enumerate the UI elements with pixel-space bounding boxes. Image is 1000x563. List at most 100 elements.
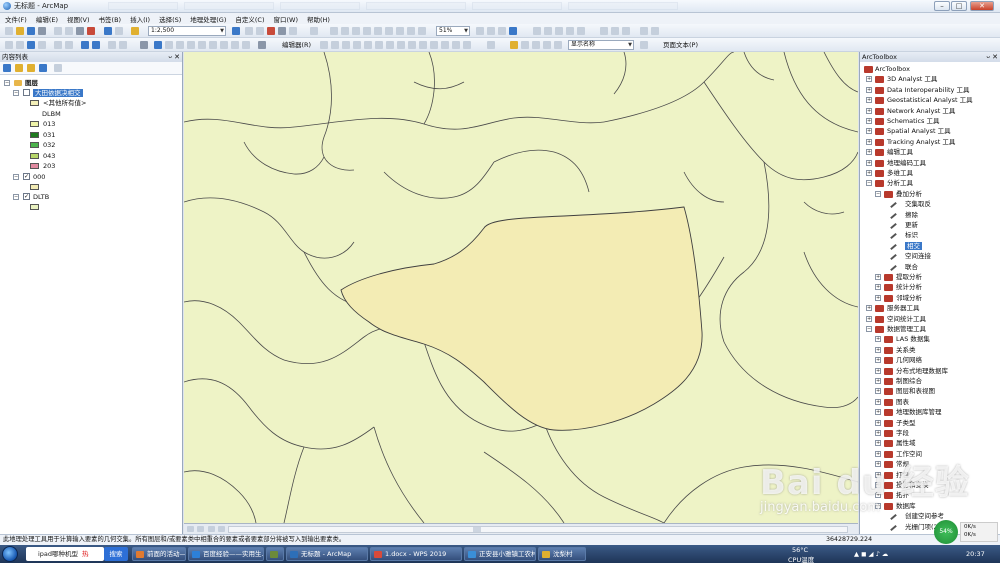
select-features-icon[interactable] <box>108 41 116 49</box>
toolbox-item[interactable]: 图层和表视图 <box>896 387 935 395</box>
layer-visibility-checkbox[interactable] <box>23 89 30 96</box>
fixed-zoom-out-map-icon[interactable] <box>65 41 73 49</box>
toolbox-item[interactable]: 数据管理工具 <box>887 325 926 333</box>
open-icon[interactable] <box>16 27 24 35</box>
toolbox-item[interactable]: 分析工具 <box>887 179 913 187</box>
edit-tool-icon[interactable] <box>320 41 328 49</box>
snap-icon[interactable] <box>533 27 541 35</box>
close-icon[interactable]: ✕ <box>174 52 180 62</box>
expand-toggle[interactable]: + <box>875 336 881 343</box>
page-text-menu[interactable]: 页面文本(P) <box>663 40 698 50</box>
options-icon[interactable] <box>54 64 62 72</box>
redo-icon[interactable] <box>115 27 123 35</box>
html-popup-icon[interactable] <box>176 41 184 49</box>
menu-item[interactable]: 选择(S) <box>159 14 181 24</box>
create-features-icon[interactable] <box>463 41 471 49</box>
full-extent-icon[interactable] <box>38 41 46 49</box>
menu-item[interactable]: 插入(I) <box>130 14 150 24</box>
toolbox-item[interactable]: 子类型 <box>896 419 916 427</box>
print-icon[interactable] <box>38 27 46 35</box>
expand-toggle[interactable]: + <box>866 97 872 104</box>
expand-toggle[interactable]: − <box>13 90 19 96</box>
catalog-window-icon[interactable] <box>256 27 264 35</box>
select-elements-icon[interactable] <box>140 41 148 49</box>
minimize-button[interactable]: – <box>934 1 950 11</box>
expand-toggle[interactable]: + <box>875 346 881 353</box>
expand-toggle[interactable]: + <box>866 118 872 124</box>
taskbar-button[interactable]: 正安县小雅镇工农村... <box>464 547 536 561</box>
delete-icon[interactable] <box>87 27 95 35</box>
layout-zoom-combo[interactable]: 51% ▼ <box>436 26 470 36</box>
layer-name[interactable]: 000 <box>33 173 45 181</box>
map-scale-combo[interactable]: 1:2,500 ▼ <box>148 26 226 36</box>
georef-tool-icon[interactable] <box>611 27 619 35</box>
find-route-icon[interactable] <box>209 41 217 49</box>
toolbox-item[interactable]: 交集取反 <box>905 200 931 208</box>
measure-icon[interactable] <box>187 41 195 49</box>
goto-xy-icon[interactable] <box>220 41 228 49</box>
draw-icon[interactable] <box>487 41 495 49</box>
list-by-source-icon[interactable] <box>15 64 23 72</box>
expand-toggle[interactable]: + <box>875 388 881 395</box>
fixed-zoom-in-icon[interactable] <box>385 27 393 35</box>
expand-toggle[interactable]: + <box>866 107 872 114</box>
save-icon[interactable] <box>27 27 35 35</box>
expand-toggle[interactable]: − <box>4 80 10 86</box>
pause-drawing-icon[interactable] <box>218 526 225 532</box>
map-view[interactable] <box>184 52 858 523</box>
menu-item[interactable]: 书签(B) <box>99 14 122 24</box>
label-manager-icon[interactable] <box>521 41 529 49</box>
toolbox-item[interactable]: 统计分析 <box>896 283 922 291</box>
toolbox-item[interactable]: 关系类 <box>896 346 916 354</box>
identify-icon[interactable] <box>154 41 162 49</box>
edit-annotation-icon[interactable] <box>331 41 339 49</box>
sketch-properties-icon[interactable] <box>452 41 460 49</box>
menu-item[interactable]: 窗口(W) <box>274 14 299 24</box>
toolbox-item[interactable]: 几何网络 <box>896 356 922 364</box>
maximize-button[interactable]: □ <box>951 1 967 11</box>
expand-toggle[interactable]: + <box>875 419 881 426</box>
layer-visibility-checkbox[interactable]: ✓ <box>23 193 30 200</box>
menu-item[interactable]: 文件(F) <box>5 14 27 24</box>
display-name-combo[interactable]: 显示名称 ▼ <box>568 40 634 50</box>
hyperlink-icon[interactable] <box>165 41 173 49</box>
close-icon[interactable]: ✕ <box>992 52 998 62</box>
back-extent-icon[interactable] <box>407 27 415 35</box>
layer-name[interactable]: 大田依据决相交 <box>33 89 83 97</box>
close-button[interactable]: ✕ <box>970 1 994 11</box>
layer-name[interactable]: DLTB <box>33 193 49 201</box>
focus-frame-icon[interactable] <box>487 27 495 35</box>
expand-toggle[interactable]: − <box>875 190 881 197</box>
toolbox-item[interactable]: 服务器工具 <box>887 304 920 312</box>
paste-icon[interactable] <box>76 27 84 35</box>
toolbox-item[interactable]: 多维工具 <box>887 169 913 177</box>
data-driven-pages-nav-icon[interactable] <box>640 41 648 49</box>
modelbuilder-icon[interactable] <box>289 27 297 35</box>
snap-point-icon[interactable] <box>544 27 552 35</box>
fixed-zoom-in-map-icon[interactable] <box>54 41 62 49</box>
list-by-selection-icon[interactable] <box>39 64 47 72</box>
zoom-out-icon[interactable] <box>16 41 24 49</box>
arctoolbox-icon[interactable] <box>267 27 275 35</box>
expand-toggle[interactable]: − <box>866 180 872 187</box>
lock-labels-icon[interactable] <box>554 41 562 49</box>
undo-icon[interactable] <box>104 27 112 35</box>
toolbox-item[interactable]: 相交 <box>905 241 922 250</box>
find-icon[interactable] <box>198 41 206 49</box>
toolbox-item[interactable]: LAS 数据集 <box>896 335 930 343</box>
time-slider-icon[interactable] <box>231 41 239 49</box>
expand-toggle[interactable]: + <box>875 274 881 280</box>
tray-icons[interactable]: ▲ ◼ ◢ ♪ ☁ <box>854 550 888 558</box>
fixed-zoom-out-icon[interactable] <box>396 27 404 35</box>
menu-item[interactable]: 帮助(H) <box>307 14 330 24</box>
layout-view-icon[interactable] <box>197 526 204 532</box>
add-data-icon[interactable] <box>131 27 139 35</box>
attributes-icon[interactable] <box>441 41 449 49</box>
toolbox-item[interactable]: 3D Analyst 工具 <box>887 75 937 83</box>
expand-toggle[interactable]: − <box>13 194 19 200</box>
expand-toggle[interactable]: + <box>866 128 872 135</box>
help-icon[interactable] <box>310 27 318 35</box>
toolbox-item[interactable]: Network Analyst 工具 <box>887 107 955 115</box>
pin-icon[interactable]: ᴗ <box>986 52 990 62</box>
forward-extent-icon[interactable] <box>418 27 426 35</box>
